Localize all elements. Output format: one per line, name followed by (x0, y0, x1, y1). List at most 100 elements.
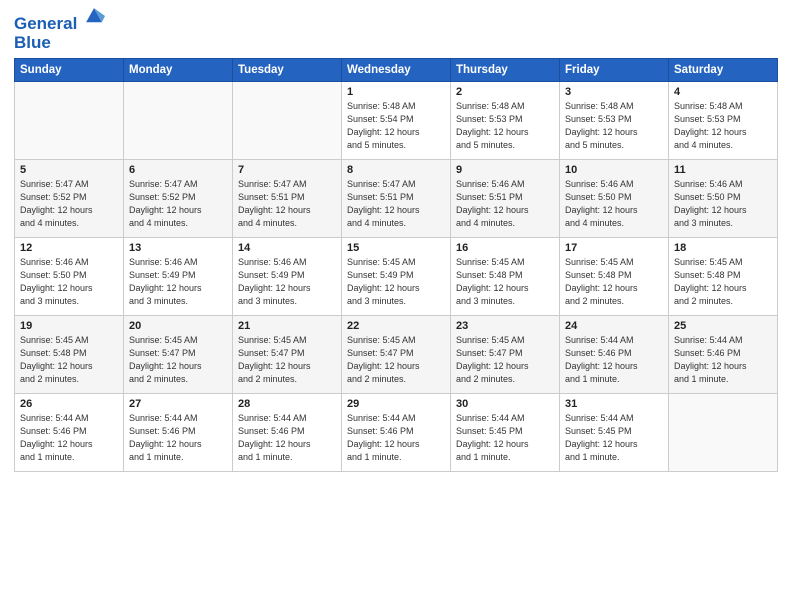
day-info: Sunrise: 5:44 AM Sunset: 5:46 PM Dayligh… (565, 334, 663, 386)
day-number: 23 (456, 320, 554, 332)
calendar-cell: 8 Sunrise: 5:47 AM Sunset: 5:51 PM Daylig… (342, 160, 451, 238)
calendar-cell: 14 Sunrise: 5:46 AM Sunset: 5:49 PM Dayli… (233, 238, 342, 316)
day-number: 21 (238, 320, 336, 332)
day-info: Sunrise: 5:46 AM Sunset: 5:50 PM Dayligh… (565, 178, 663, 230)
weekday-header-saturday: Saturday (669, 59, 778, 82)
day-info: Sunrise: 5:44 AM Sunset: 5:45 PM Dayligh… (565, 412, 663, 464)
day-number: 10 (565, 164, 663, 176)
day-info: Sunrise: 5:48 AM Sunset: 5:53 PM Dayligh… (674, 100, 772, 152)
day-info: Sunrise: 5:47 AM Sunset: 5:52 PM Dayligh… (129, 178, 227, 230)
day-info: Sunrise: 5:48 AM Sunset: 5:53 PM Dayligh… (565, 100, 663, 152)
calendar-cell: 1 Sunrise: 5:48 AM Sunset: 5:54 PM Daylig… (342, 82, 451, 160)
calendar-week-row: 5 Sunrise: 5:47 AM Sunset: 5:52 PM Daylig… (15, 160, 778, 238)
weekday-header-monday: Monday (124, 59, 233, 82)
calendar-cell: 15 Sunrise: 5:45 AM Sunset: 5:49 PM Dayli… (342, 238, 451, 316)
day-number: 16 (456, 242, 554, 254)
day-info: Sunrise: 5:45 AM Sunset: 5:48 PM Dayligh… (20, 334, 118, 386)
day-number: 12 (20, 242, 118, 254)
day-number: 3 (565, 86, 663, 98)
day-info: Sunrise: 5:46 AM Sunset: 5:51 PM Dayligh… (456, 178, 554, 230)
day-number: 30 (456, 398, 554, 410)
day-info: Sunrise: 5:44 AM Sunset: 5:45 PM Dayligh… (456, 412, 554, 464)
day-info: Sunrise: 5:47 AM Sunset: 5:52 PM Dayligh… (20, 178, 118, 230)
calendar-week-row: 19 Sunrise: 5:45 AM Sunset: 5:48 PM Dayli… (15, 316, 778, 394)
day-info: Sunrise: 5:45 AM Sunset: 5:47 PM Dayligh… (238, 334, 336, 386)
weekday-header-wednesday: Wednesday (342, 59, 451, 82)
header: General Blue (14, 10, 778, 52)
day-info: Sunrise: 5:44 AM Sunset: 5:46 PM Dayligh… (674, 334, 772, 386)
day-number: 8 (347, 164, 445, 176)
day-info: Sunrise: 5:47 AM Sunset: 5:51 PM Dayligh… (347, 178, 445, 230)
day-info: Sunrise: 5:48 AM Sunset: 5:54 PM Dayligh… (347, 100, 445, 152)
weekday-header-sunday: Sunday (15, 59, 124, 82)
calendar-cell: 21 Sunrise: 5:45 AM Sunset: 5:47 PM Dayli… (233, 316, 342, 394)
day-info: Sunrise: 5:45 AM Sunset: 5:48 PM Dayligh… (565, 256, 663, 308)
calendar-cell (15, 82, 124, 160)
day-number: 24 (565, 320, 663, 332)
day-number: 15 (347, 242, 445, 254)
calendar-cell: 7Sunrise: 5:47 AM Sunset: 5:51 PM Daylig… (233, 160, 342, 238)
day-number: 6 (129, 164, 227, 176)
weekday-header-tuesday: Tuesday (233, 59, 342, 82)
day-number: 29 (347, 398, 445, 410)
day-number: 4 (674, 86, 772, 98)
day-number: 7 (238, 164, 336, 176)
calendar-cell: 13 Sunrise: 5:46 AM Sunset: 5:49 PM Dayli… (124, 238, 233, 316)
calendar-cell: 29 Sunrise: 5:44 AM Sunset: 5:46 PM Dayli… (342, 394, 451, 472)
day-info: Sunrise: 5:46 AM Sunset: 5:50 PM Dayligh… (674, 178, 772, 230)
day-number: 5 (20, 164, 118, 176)
calendar-cell: 4 Sunrise: 5:48 AM Sunset: 5:53 PM Daylig… (669, 82, 778, 160)
day-info: Sunrise: 5:45 AM Sunset: 5:48 PM Dayligh… (456, 256, 554, 308)
calendar-table: SundayMondayTuesdayWednesdayThursdayFrid… (14, 58, 778, 472)
calendar-cell: 31 Sunrise: 5:44 AM Sunset: 5:45 PM Dayli… (560, 394, 669, 472)
day-info: Sunrise: 5:44 AM Sunset: 5:46 PM Dayligh… (129, 412, 227, 464)
calendar-cell: 23 Sunrise: 5:45 AM Sunset: 5:47 PM Dayli… (451, 316, 560, 394)
calendar-cell: 25Sunrise: 5:44 AM Sunset: 5:46 PM Dayli… (669, 316, 778, 394)
logo: General Blue (14, 14, 105, 52)
calendar-week-row: 1 Sunrise: 5:48 AM Sunset: 5:54 PM Daylig… (15, 82, 778, 160)
day-number: 18 (674, 242, 772, 254)
logo-blue: Blue (14, 34, 105, 53)
calendar-cell: 6 Sunrise: 5:47 AM Sunset: 5:52 PM Daylig… (124, 160, 233, 238)
day-info: Sunrise: 5:46 AM Sunset: 5:49 PM Dayligh… (238, 256, 336, 308)
calendar-cell: 16 Sunrise: 5:45 AM Sunset: 5:48 PM Dayli… (451, 238, 560, 316)
day-number: 22 (347, 320, 445, 332)
calendar-cell (669, 394, 778, 472)
logo-general: General (14, 14, 77, 33)
day-number: 31 (565, 398, 663, 410)
calendar-cell: 18 Sunrise: 5:45 AM Sunset: 5:48 PM Dayli… (669, 238, 778, 316)
day-info: Sunrise: 5:44 AM Sunset: 5:46 PM Dayligh… (20, 412, 118, 464)
day-number: 13 (129, 242, 227, 254)
day-number: 17 (565, 242, 663, 254)
day-number: 9 (456, 164, 554, 176)
day-number: 27 (129, 398, 227, 410)
calendar-cell: 11Sunrise: 5:46 AM Sunset: 5:50 PM Dayli… (669, 160, 778, 238)
calendar-cell: 19 Sunrise: 5:45 AM Sunset: 5:48 PM Dayli… (15, 316, 124, 394)
day-number: 26 (20, 398, 118, 410)
calendar-cell: 22 Sunrise: 5:45 AM Sunset: 5:47 PM Dayli… (342, 316, 451, 394)
day-number: 14 (238, 242, 336, 254)
day-number: 28 (238, 398, 336, 410)
calendar-cell: 26 Sunrise: 5:44 AM Sunset: 5:46 PM Dayli… (15, 394, 124, 472)
day-number: 1 (347, 86, 445, 98)
day-info: Sunrise: 5:45 AM Sunset: 5:49 PM Dayligh… (347, 256, 445, 308)
calendar-cell: 28Sunrise: 5:44 AM Sunset: 5:46 PM Dayli… (233, 394, 342, 472)
calendar-week-row: 26 Sunrise: 5:44 AM Sunset: 5:46 PM Dayli… (15, 394, 778, 472)
day-number: 19 (20, 320, 118, 332)
day-info: Sunrise: 5:45 AM Sunset: 5:47 PM Dayligh… (129, 334, 227, 386)
day-number: 2 (456, 86, 554, 98)
day-info: Sunrise: 5:44 AM Sunset: 5:46 PM Dayligh… (347, 412, 445, 464)
calendar-cell: 5 Sunrise: 5:47 AM Sunset: 5:52 PM Daylig… (15, 160, 124, 238)
weekday-header-row: SundayMondayTuesdayWednesdayThursdayFrid… (15, 59, 778, 82)
logo-icon (83, 5, 105, 27)
page-container: General Blue SundayMondayTuesdayWednesda… (0, 0, 792, 482)
day-info: Sunrise: 5:46 AM Sunset: 5:49 PM Dayligh… (129, 256, 227, 308)
calendar-cell: 27 Sunrise: 5:44 AM Sunset: 5:46 PM Dayli… (124, 394, 233, 472)
calendar-cell: 24 Sunrise: 5:44 AM Sunset: 5:46 PM Dayli… (560, 316, 669, 394)
calendar-cell: 20Sunrise: 5:45 AM Sunset: 5:47 PM Dayli… (124, 316, 233, 394)
day-info: Sunrise: 5:45 AM Sunset: 5:47 PM Dayligh… (347, 334, 445, 386)
calendar-cell: 3 Sunrise: 5:48 AM Sunset: 5:53 PM Daylig… (560, 82, 669, 160)
calendar-cell (124, 82, 233, 160)
day-info: Sunrise: 5:45 AM Sunset: 5:47 PM Dayligh… (456, 334, 554, 386)
day-info: Sunrise: 5:45 AM Sunset: 5:48 PM Dayligh… (674, 256, 772, 308)
